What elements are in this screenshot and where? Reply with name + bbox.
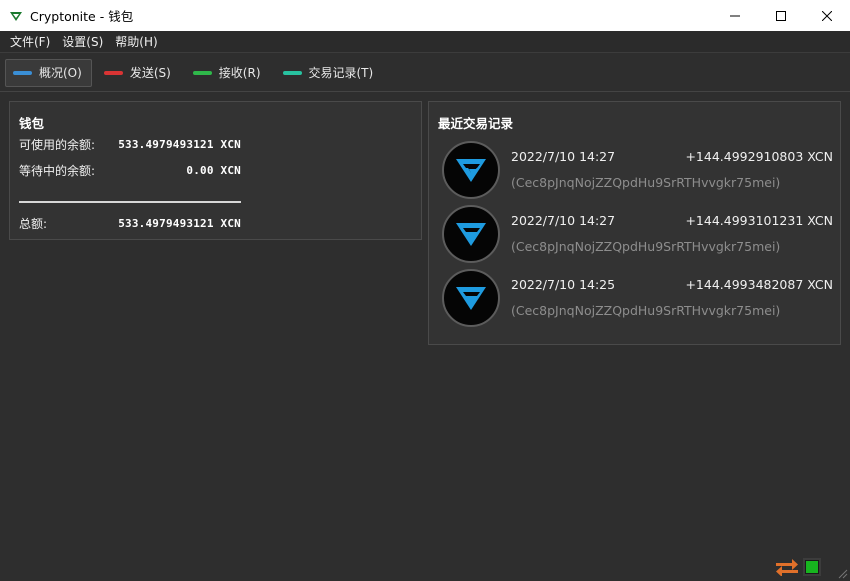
cryptonite-logo-icon bbox=[442, 141, 500, 199]
transaction-date: 2022/7/10 14:25 bbox=[511, 277, 616, 292]
toolbar: 概况(O) 发送(S) 接收(R) 交易记录(T) bbox=[0, 54, 850, 92]
send-tab-icon bbox=[103, 70, 123, 75]
tab-transactions-label: 交易记录(T) bbox=[308, 66, 374, 80]
receive-tab-icon bbox=[192, 70, 212, 75]
transaction-address: (Cec8pJnqNojZZQpdHu9SrRTHvvgkr75mei) bbox=[511, 303, 781, 318]
connected-indicator bbox=[806, 561, 818, 573]
menu-bar: 文件(F) 设置(S) 帮助(H) bbox=[0, 31, 850, 53]
transaction-amount: +144.4992910803 XCN bbox=[685, 149, 833, 164]
tab-send[interactable]: 发送(S) bbox=[96, 59, 181, 87]
pending-balance-value: 0.00 XCN bbox=[186, 163, 241, 177]
wallet-title: 钱包 bbox=[19, 116, 45, 131]
recent-transactions-panel: 最近交易记录 2022/7/10 14:27 +144.4992910803 X… bbox=[428, 101, 841, 345]
app-logo-icon bbox=[10, 11, 22, 21]
transaction-item[interactable]: 2022/7/10 14:27 +144.4992910803 XCN (Cec… bbox=[441, 140, 833, 200]
tab-overview[interactable]: 概况(O) bbox=[5, 58, 92, 87]
menu-help[interactable]: 帮助(H) bbox=[109, 33, 163, 50]
menu-settings[interactable]: 设置(S) bbox=[56, 33, 109, 50]
network-connected-icon[interactable] bbox=[803, 558, 821, 576]
available-balance-label: 可使用的余额: bbox=[19, 137, 96, 152]
pending-balance-label: 等待中的余额: bbox=[19, 163, 96, 178]
tab-receive[interactable]: 接收(R) bbox=[185, 59, 271, 87]
tab-receive-label: 接收(R) bbox=[218, 66, 261, 80]
available-balance-value: 533.4979493121 XCN bbox=[118, 137, 241, 151]
transaction-item[interactable]: 2022/7/10 14:27 +144.4993101231 XCN (Cec… bbox=[441, 204, 833, 264]
wallet-panel: 钱包 可使用的余额: 533.4979493121 XCN 等待中的余额: 0.… bbox=[9, 101, 422, 240]
title-bar: Cryptonite - 钱包 bbox=[0, 0, 850, 31]
window-controls bbox=[712, 0, 850, 31]
menu-file[interactable]: 文件(F) bbox=[4, 33, 56, 50]
pending-balance-row: 等待中的余额: 0.00 XCN bbox=[19, 162, 241, 178]
transaction-address: (Cec8pJnqNojZZQpdHu9SrRTHvvgkr75mei) bbox=[511, 239, 781, 254]
balance-divider bbox=[19, 201, 241, 203]
overview-tab-icon bbox=[13, 70, 32, 75]
maximize-icon[interactable] bbox=[758, 0, 804, 31]
tab-send-label: 发送(S) bbox=[129, 66, 171, 80]
transaction-item[interactable]: 2022/7/10 14:25 +144.4993482087 XCN (Cec… bbox=[441, 268, 833, 328]
total-balance-label: 总额: bbox=[19, 216, 48, 231]
transaction-date: 2022/7/10 14:27 bbox=[511, 149, 616, 164]
cryptonite-logo-icon bbox=[442, 269, 500, 327]
close-icon[interactable] bbox=[804, 0, 850, 31]
transactions-tab-icon bbox=[282, 70, 302, 75]
total-balance-row: 总额: 533.4979493121 XCN bbox=[19, 215, 241, 231]
transaction-address: (Cec8pJnqNojZZQpdHu9SrRTHvvgkr75mei) bbox=[511, 175, 781, 190]
sync-arrows-icon[interactable] bbox=[776, 558, 798, 576]
cryptonite-logo-icon bbox=[442, 205, 500, 263]
minimize-icon[interactable] bbox=[712, 0, 758, 31]
recent-transactions-title: 最近交易记录 bbox=[438, 116, 514, 131]
transaction-amount: +144.4993101231 XCN bbox=[685, 213, 833, 228]
tab-transactions[interactable]: 交易记录(T) bbox=[275, 59, 384, 87]
transaction-date: 2022/7/10 14:27 bbox=[511, 213, 616, 228]
total-balance-value: 533.4979493121 XCN bbox=[118, 216, 241, 230]
window-title: Cryptonite - 钱包 bbox=[30, 9, 134, 24]
transaction-amount: +144.4993482087 XCN bbox=[685, 277, 833, 292]
available-balance-row: 可使用的余额: 533.4979493121 XCN bbox=[19, 136, 241, 152]
resize-grip-icon[interactable] bbox=[836, 567, 848, 579]
tab-overview-label: 概况(O) bbox=[39, 66, 82, 80]
